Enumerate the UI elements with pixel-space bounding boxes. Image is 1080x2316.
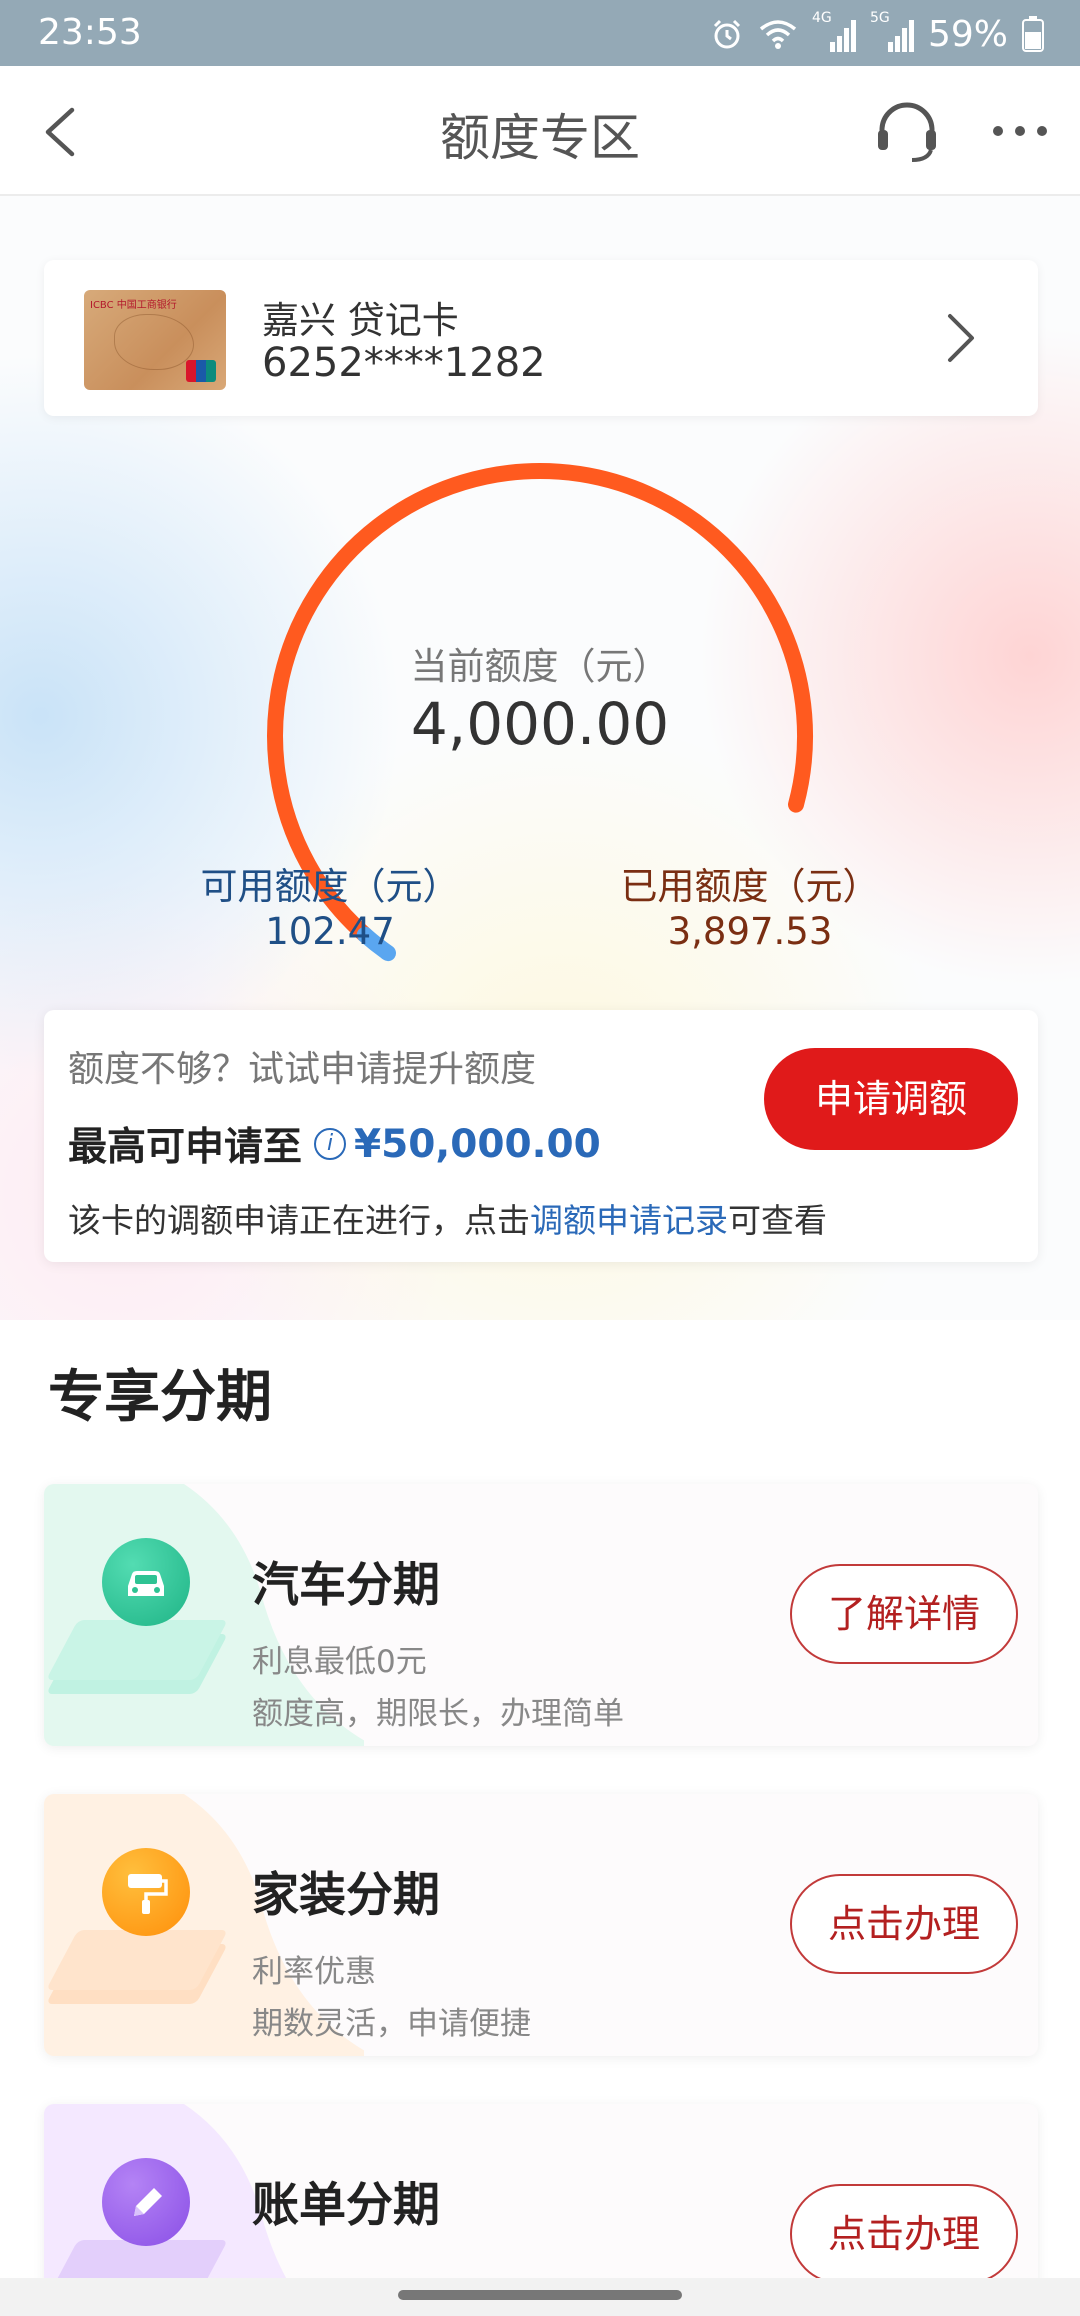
raise-max-label: 最高可申请至 [68, 1125, 303, 1170]
available-limit-value: 102.47 [265, 910, 395, 953]
apply-raise-button[interactable]: 申请调额 [764, 1048, 1018, 1150]
installment-title: 家装分期 [252, 1868, 440, 1923]
car-icon [102, 1538, 190, 1626]
used-limit-label: 已用额度（元） [620, 865, 880, 908]
home-indicator[interactable] [398, 2290, 682, 2300]
installment-line1: 利率优惠 [252, 1954, 376, 1990]
installment-card-home[interactable]: 家装分期 利率优惠 期数灵活，申请便捷 点击办理 [44, 1794, 1038, 2056]
customer-service-icon[interactable] [874, 100, 940, 164]
raise-note-prefix: 该卡的调额申请正在进行，点击 [68, 1201, 530, 1240]
pencil-icon [102, 2158, 190, 2246]
installment-line2: 期数灵活，申请便捷 [252, 2006, 531, 2042]
raise-question: 额度不够？试试申请提升额度 [68, 1049, 537, 1090]
raise-note: 该卡的调额申请正在进行，点击调额申请记录可查看 [68, 1194, 827, 1242]
nav-bar: 额度专区 [0, 66, 1080, 196]
info-icon[interactable]: i [314, 1128, 347, 1160]
more-icon[interactable] [990, 106, 1050, 156]
installment-line2: 额度高，期限长，办理简单 [252, 1696, 624, 1732]
signal-4g-icon: 4G [812, 10, 856, 54]
car-plate [46, 1620, 228, 1680]
paint-roller-icon [102, 1848, 190, 1936]
battery-icon [1022, 16, 1044, 52]
car-detail-button[interactable]: 了解详情 [790, 1564, 1018, 1664]
section-title: 专享分期 [48, 1365, 272, 1430]
battery-percent: 59% [927, 13, 1008, 55]
installment-line1: 利息最低0元 [252, 1644, 427, 1680]
alarm-icon [713, 19, 741, 49]
raise-max: 最高可申请至 i ¥50,000.00 [68, 1116, 601, 1172]
used-limit-value: 3,897.53 [667, 910, 833, 953]
installment-title: 账单分期 [252, 2178, 440, 2233]
home-apply-button[interactable]: 点击办理 [790, 1874, 1018, 1974]
status-bar: 23:53 4G 5G 59% [0, 0, 1080, 66]
installment-card-car[interactable]: 汽车分期 利息最低0元 额度高，期限长，办理简单 了解详情 [44, 1484, 1038, 1746]
home-plate [46, 1930, 228, 1990]
limit-hero: ICBC 中国工商银行 嘉兴 贷记卡 6252****1282 当前额度（元） … [0, 196, 1080, 1320]
bill-apply-button[interactable]: 点击办理 [790, 2184, 1018, 2284]
raise-limit-card: 额度不够？试试申请提升额度 最高可申请至 i ¥50,000.00 该卡的调额申… [44, 1010, 1038, 1262]
installment-title: 汽车分期 [252, 1558, 440, 1613]
wifi-icon [759, 20, 797, 49]
current-limit-value: 4,000.00 [410, 690, 670, 758]
available-limit-label: 可用额度（元） [200, 865, 460, 908]
signal-5g-icon: 5G [870, 10, 914, 54]
raise-note-suffix: 可查看 [728, 1201, 827, 1240]
raise-record-link[interactable]: 调额申请记录 [530, 1201, 728, 1240]
raise-max-amount: ¥50,000.00 [354, 1121, 601, 1167]
current-limit-label: 当前额度（元） [410, 645, 670, 688]
status-icons: 4G 5G 59% [710, 10, 1044, 56]
status-time: 23:53 [38, 12, 142, 53]
